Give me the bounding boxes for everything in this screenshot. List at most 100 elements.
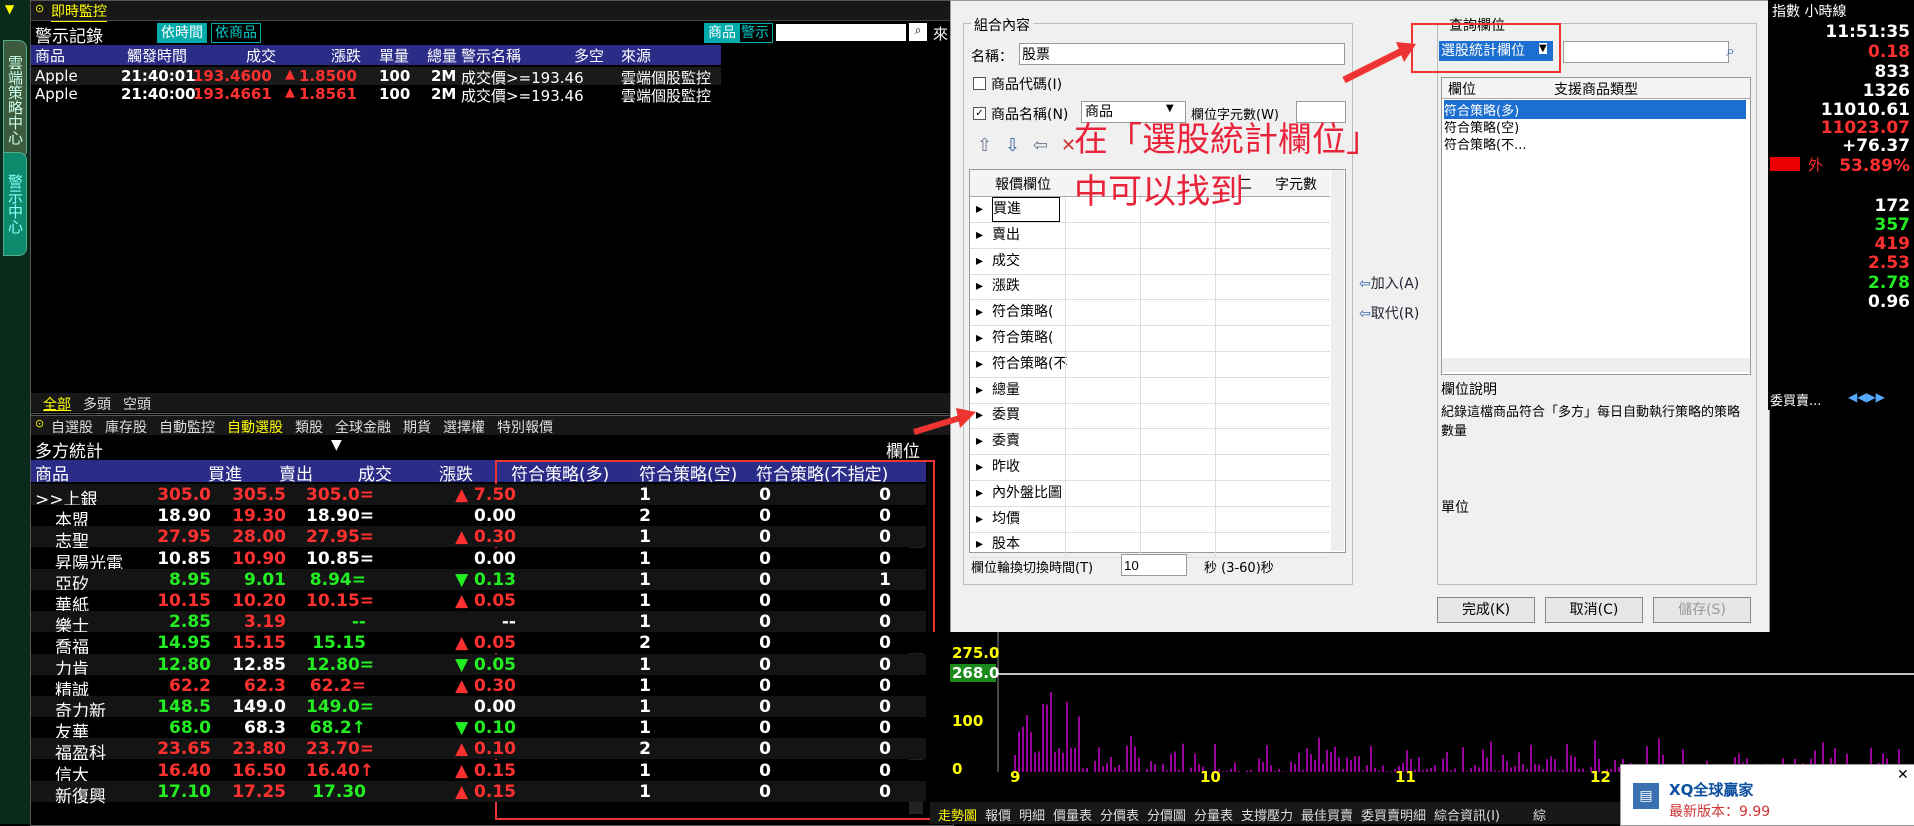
- table-row[interactable]: 樂士 2.85 3.19 -- -- 1 0 0: [31, 611, 926, 637]
- chart-tab[interactable]: 明細: [1019, 805, 1045, 824]
- col-alert-name[interactable]: 警示名稱: [461, 45, 521, 66]
- wcol-change[interactable]: 漲跌: [439, 460, 473, 485]
- watch-tab[interactable]: 自動選股: [227, 417, 283, 437]
- wcol-last[interactable]: 成交: [358, 460, 392, 485]
- sidebar-arrow-icon[interactable]: ▼: [5, 2, 14, 16]
- table-row[interactable]: 昇陽光電 10.85 10.90 10.85= 0.00 1 0 0: [31, 547, 926, 574]
- search-icon[interactable]: ⌕: [1726, 41, 1735, 61]
- query-item[interactable]: 符合策略(不...: [1444, 134, 1544, 153]
- field-row[interactable]: ▸ 昨收: [970, 455, 1330, 481]
- collapse-icon[interactable]: ⊙: [35, 2, 44, 15]
- watch-tab[interactable]: 類股: [295, 417, 323, 437]
- chart-tab[interactable]: 價量表: [1053, 805, 1092, 824]
- col-qty[interactable]: 單量: [379, 45, 409, 66]
- sidebar-tab-alert-center[interactable]: 警示中心: [3, 152, 27, 256]
- wcol-product[interactable]: 商品: [35, 460, 69, 485]
- watch-tab[interactable]: 自動監控: [159, 417, 215, 437]
- field-row[interactable]: ▸ 漲跌: [970, 274, 1330, 301]
- wcol-ask[interactable]: 賣出: [279, 460, 313, 485]
- ok-button[interactable]: 完成(K): [1437, 597, 1535, 623]
- chart-tab[interactable]: 分價表: [1100, 805, 1139, 824]
- chart-tab[interactable]: 報價: [985, 805, 1011, 824]
- by-time-button[interactable]: 依時間: [157, 23, 207, 43]
- cancel-button[interactable]: 取消(C): [1545, 597, 1643, 623]
- move-left-icon[interactable]: ⇦: [1033, 135, 1048, 156]
- sidebar-tab-cloud-strategy[interactable]: 雲端策略中心: [3, 40, 27, 159]
- table-row[interactable]: 志聖 27.95 28.00 27.95= ▲ 0.30 1 0 0: [31, 526, 926, 552]
- field-row[interactable]: ▸ 內外盤比圖: [970, 480, 1330, 507]
- col-product[interactable]: 商品: [35, 45, 65, 66]
- table-row[interactable]: 力肯 12.80 12.85 12.80= ▼ 0.05 1 0 0: [31, 653, 926, 680]
- query-search-input[interactable]: [1563, 41, 1729, 63]
- list-title-dropdown-icon[interactable]: ▼: [331, 437, 342, 453]
- by-product-button[interactable]: 依商品: [211, 23, 261, 43]
- field-table-scrollbar[interactable]: [1331, 170, 1344, 551]
- query-hscrollbar[interactable]: [1442, 358, 1750, 372]
- tab-long[interactable]: 多頭: [83, 394, 111, 414]
- col-source[interactable]: 來源: [621, 45, 651, 66]
- name-input[interactable]: [1019, 43, 1345, 65]
- watch-tab[interactable]: 全球金融: [335, 417, 391, 437]
- field-row[interactable]: ▸ 符合策略(: [970, 326, 1330, 352]
- table-row[interactable]: 奇力新 148.5 149.0 149.0= 0.00 1 0 0: [31, 696, 926, 722]
- name-checkbox[interactable]: ✓: [973, 107, 986, 120]
- code-checkbox[interactable]: [973, 77, 986, 90]
- table-row[interactable]: 本盟 18.90 19.30 18.90= 0.00 2 0 0: [31, 505, 926, 531]
- field-row[interactable]: ▸ 符合策略(: [970, 300, 1330, 327]
- field-row[interactable]: ▸ 總量: [970, 377, 1330, 404]
- collapse-icon[interactable]: ⊙: [35, 417, 44, 430]
- col-change[interactable]: 漲跌: [331, 45, 361, 66]
- table-row[interactable]: 新復興 17.10 17.25 17.30 ▲ 0.15 1 0 0: [31, 780, 926, 807]
- tab-all[interactable]: 全部: [43, 394, 71, 414]
- field-row[interactable]: ▸ 均價: [970, 506, 1330, 533]
- field-header-label[interactable]: 報價欄位: [995, 174, 1051, 194]
- chart-tab[interactable]: 最佳買賣: [1301, 805, 1353, 824]
- watch-tab[interactable]: 選擇權: [443, 417, 485, 437]
- col-volume[interactable]: 總量: [427, 45, 457, 66]
- col-trigger-time[interactable]: 觸發時間: [127, 45, 187, 66]
- product-filter-button[interactable]: 商品: [704, 23, 740, 43]
- field-row[interactable]: ▸ 委賣: [970, 429, 1330, 456]
- field-header-chars[interactable]: 字元數: [1275, 174, 1317, 194]
- search-icon[interactable]: ⌕: [909, 23, 927, 41]
- switch-time-input[interactable]: [1121, 554, 1187, 576]
- table-row[interactable]: 信大 16.40 16.50 16.40↑ ▲ 0.15 1 0 0: [31, 759, 926, 786]
- chart-tab[interactable]: 綜合資訊(I): [1434, 805, 1500, 824]
- table-row[interactable]: Apple 21:40:00 193.4661 1.8561 100 2M 成交價>=193…: [31, 85, 721, 105]
- wcol-bid[interactable]: 買進: [208, 460, 242, 485]
- query-col-field[interactable]: 欄位: [1448, 79, 1476, 99]
- table-row[interactable]: 福盈科 23.65 23.80 23.70= ▲ 0.10 2 0 0: [31, 738, 926, 764]
- close-icon[interactable]: ✕: [1897, 767, 1909, 783]
- col-price[interactable]: 成交: [246, 45, 276, 66]
- watch-tab[interactable]: 期貨: [403, 417, 431, 437]
- move-up-icon[interactable]: ⇧: [977, 135, 992, 156]
- watch-tab[interactable]: 自選股: [51, 417, 93, 437]
- table-row[interactable]: 精誠 62.2 62.3 62.2= ▲ 0.30 1 0 0: [31, 674, 926, 701]
- watch-tab[interactable]: 庫存股: [105, 417, 147, 437]
- add-button[interactable]: ⇦加入(A): [1359, 273, 1419, 293]
- table-row[interactable]: 亞矽 8.95 9.01 8.94= ▼ 0.13 1 0 1: [31, 568, 926, 595]
- chart-tab[interactable]: 委買賣明細: [1361, 805, 1426, 824]
- save-button[interactable]: 儲存(S): [1653, 597, 1751, 623]
- chart-tab[interactable]: 走勢圖: [938, 805, 977, 824]
- table-row[interactable]: 華紙 10.15 10.20 10.15= ▲ 0.05 1 0 0: [31, 590, 926, 616]
- monitor-search-input[interactable]: [776, 24, 906, 41]
- chart-tab[interactable]: 綜: [1533, 805, 1546, 824]
- replace-button[interactable]: ⇦取代(R): [1359, 303, 1419, 323]
- monitor-window-title[interactable]: 即時監控: [51, 1, 107, 22]
- move-down-icon[interactable]: ⇩: [1005, 135, 1020, 156]
- tab-short[interactable]: 空頭: [123, 394, 151, 414]
- nav-icons[interactable]: ◀◀▶▶: [1848, 390, 1885, 404]
- alert-filter-button[interactable]: 警示: [737, 23, 773, 43]
- table-row[interactable]: >>上銀 305.0 305.5 305.0= ▲ 7.50 1 0 0: [31, 484, 926, 510]
- query-select[interactable]: 選股統計欄位: [1439, 41, 1553, 61]
- field-row[interactable]: ▸ 賣出: [970, 222, 1330, 249]
- table-row[interactable]: 友華 68.0 68.3 68.2↑ ▼ 0.10 1 0 0: [31, 717, 926, 743]
- field-row[interactable]: ▸ 符合策略(不: [970, 351, 1330, 378]
- chevron-down-icon[interactable]: ▼: [1539, 43, 1547, 54]
- field-row[interactable]: ▸ 委買: [970, 403, 1330, 430]
- table-row[interactable]: Apple 21:40:01 193.4600 1.8500 100 2M 成交價>=193…: [31, 67, 721, 87]
- col-side[interactable]: 多空: [574, 45, 604, 66]
- chart-tab[interactable]: 分量表: [1194, 805, 1233, 824]
- watch-tab[interactable]: 特別報價: [497, 417, 553, 437]
